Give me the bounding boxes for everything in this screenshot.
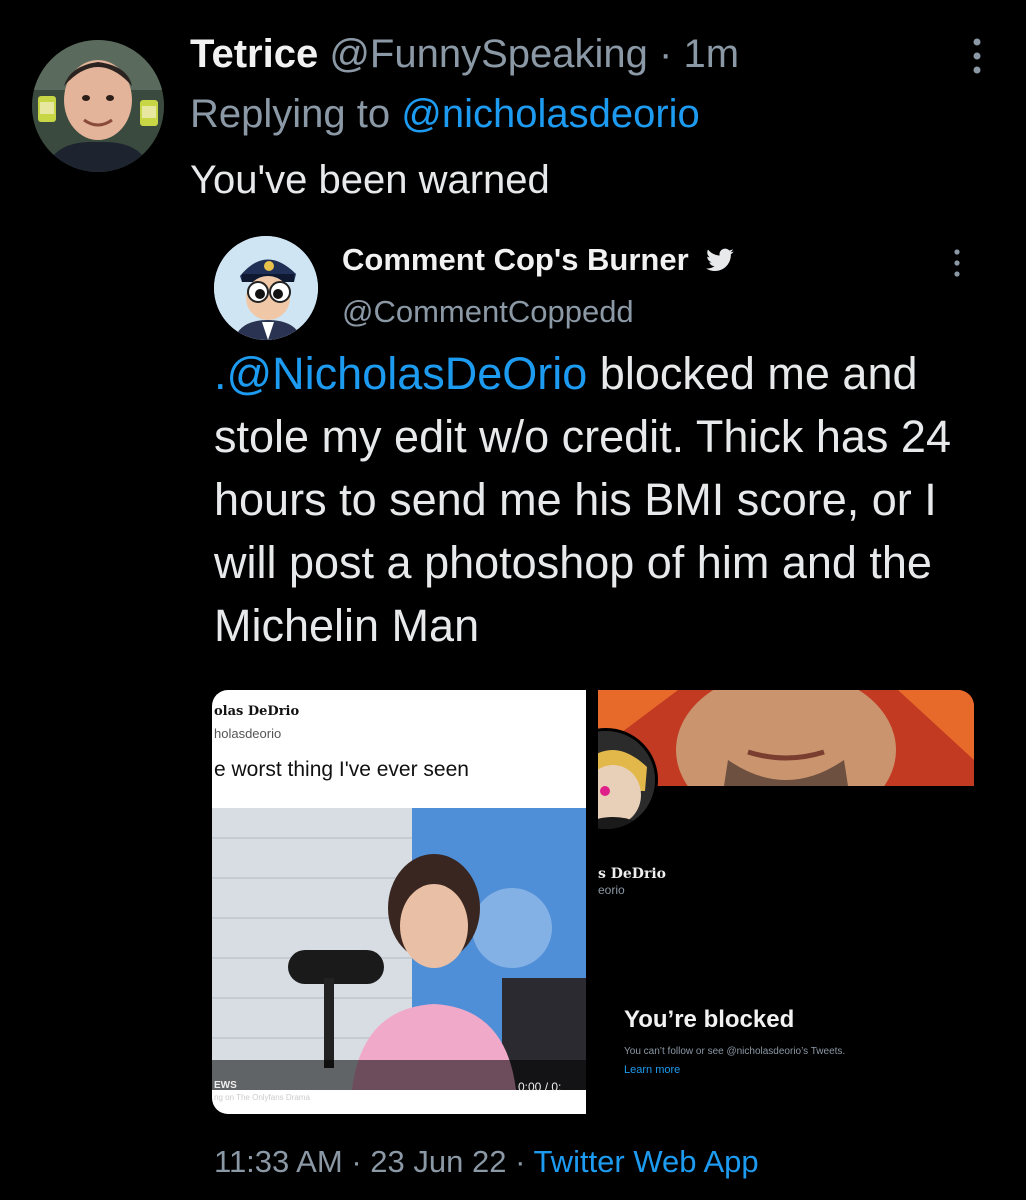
attached-image-tweet-screenshot[interactable]: olas DeDrio holasdeorio e worst thing I'…: [212, 690, 586, 1114]
attached-image-blocked-profile[interactable]: s DeDrio eorio You’re blocked You can’t …: [598, 690, 974, 1114]
reply-context: Replying to @nicholasdeorio: [190, 88, 700, 140]
video-thumbnail: [212, 808, 586, 1090]
tweet-time[interactable]: 1m: [683, 32, 739, 76]
blocked-profile-name: s DeDrio: [598, 866, 666, 882]
screenshot-author-handle: holasdeorio: [214, 726, 282, 741]
quote-date[interactable]: 23 Jun 22: [370, 1144, 506, 1179]
blocked-subtitle: You can’t follow or see @nicholasdeorio’…: [624, 1046, 846, 1057]
learn-more-link: Learn more: [624, 1064, 681, 1076]
quote-timestamp-line: 11:33 AM · 23 Jun 22 · Twitter Web App: [214, 1140, 759, 1184]
more-vertical-icon[interactable]: [968, 36, 986, 76]
quote-tweet-text: .@NicholasDeOrio blocked me and stole my…: [214, 342, 994, 657]
tweet-text: You've been warned: [190, 158, 550, 202]
author-handle[interactable]: @FunnySpeaking: [329, 32, 648, 76]
quote-author-handle[interactable]: @CommentCoppedd: [342, 292, 634, 332]
tweet-header: Tetrice @FunnySpeaking · 1m: [190, 28, 739, 80]
reply-mention-link[interactable]: @nicholasdeorio: [401, 92, 700, 136]
author-name[interactable]: Tetrice: [190, 32, 318, 76]
quote-author-name-text: Comment Cop's Burner: [342, 242, 689, 277]
screenshot-tweet-text: e worst thing I've ever seen: [214, 758, 469, 781]
video-timecode: 0:00 / 0:: [518, 1080, 562, 1094]
twitter-bird-icon: [706, 248, 735, 271]
video-caption: ng on The Onlyfans Drama: [214, 1093, 310, 1102]
quote-time[interactable]: 11:33 AM: [214, 1144, 343, 1179]
separator-dot: ·: [515, 1144, 526, 1179]
user-avatar[interactable]: [32, 40, 164, 172]
blocked-title: You’re blocked: [624, 1006, 795, 1033]
quote-author-name[interactable]: Comment Cop's Burner: [342, 240, 735, 280]
source-app-link[interactable]: Twitter Web App: [533, 1144, 758, 1179]
reply-prefix: Replying to: [190, 92, 391, 136]
separator-dot: ·: [659, 32, 673, 76]
more-vertical-icon[interactable]: [950, 248, 964, 278]
video-brand-label: EWS: [214, 1080, 237, 1091]
quote-mention-link[interactable]: .@NicholasDeOrio: [214, 348, 587, 399]
blocked-profile-handle: eorio: [598, 883, 625, 897]
quote-avatar[interactable]: [214, 236, 318, 340]
screenshot-author-name: olas DeDrio: [214, 704, 300, 719]
separator-dot: ·: [351, 1144, 362, 1179]
